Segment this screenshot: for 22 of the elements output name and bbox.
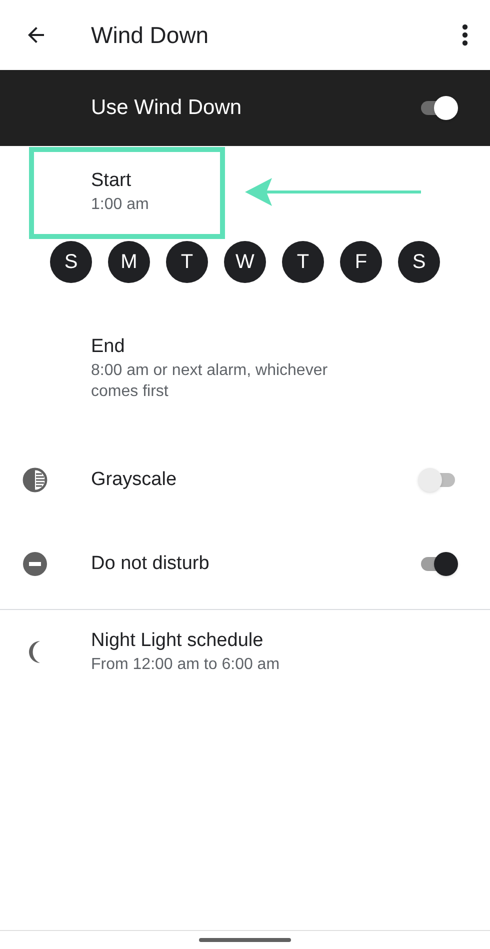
day-toggle[interactable]: F xyxy=(340,241,382,283)
day-toggle[interactable]: S xyxy=(398,241,440,283)
end-time: 8:00 am or next alarm, whichever comes first xyxy=(91,361,329,402)
day-toggle[interactable]: M xyxy=(108,241,150,283)
night-light-title: Night Light schedule xyxy=(91,629,264,653)
page-title: Wind Down xyxy=(91,20,210,50)
home-handle[interactable] xyxy=(199,938,291,942)
night-light-schedule: From 12:00 am to 6:00 am xyxy=(91,655,280,675)
more-options-icon[interactable] xyxy=(462,24,468,46)
master-switch-bar[interactable]: Use Wind Down xyxy=(0,70,490,146)
setting-label: Grayscale xyxy=(91,468,178,492)
contrast-icon xyxy=(22,467,48,493)
start-time: 1:00 am xyxy=(91,195,149,215)
day-toggle[interactable]: W xyxy=(224,241,266,283)
day-toggle[interactable]: S xyxy=(50,241,92,283)
end-title: End xyxy=(91,335,126,359)
setting-label: Do not disturb xyxy=(91,552,210,576)
day-toggle[interactable]: T xyxy=(282,241,324,283)
switch-label: Use Wind Down xyxy=(91,95,243,122)
start-title: Start xyxy=(91,169,132,193)
do-not-disturb-icon xyxy=(22,551,48,577)
day-toggle[interactable]: T xyxy=(166,241,208,283)
